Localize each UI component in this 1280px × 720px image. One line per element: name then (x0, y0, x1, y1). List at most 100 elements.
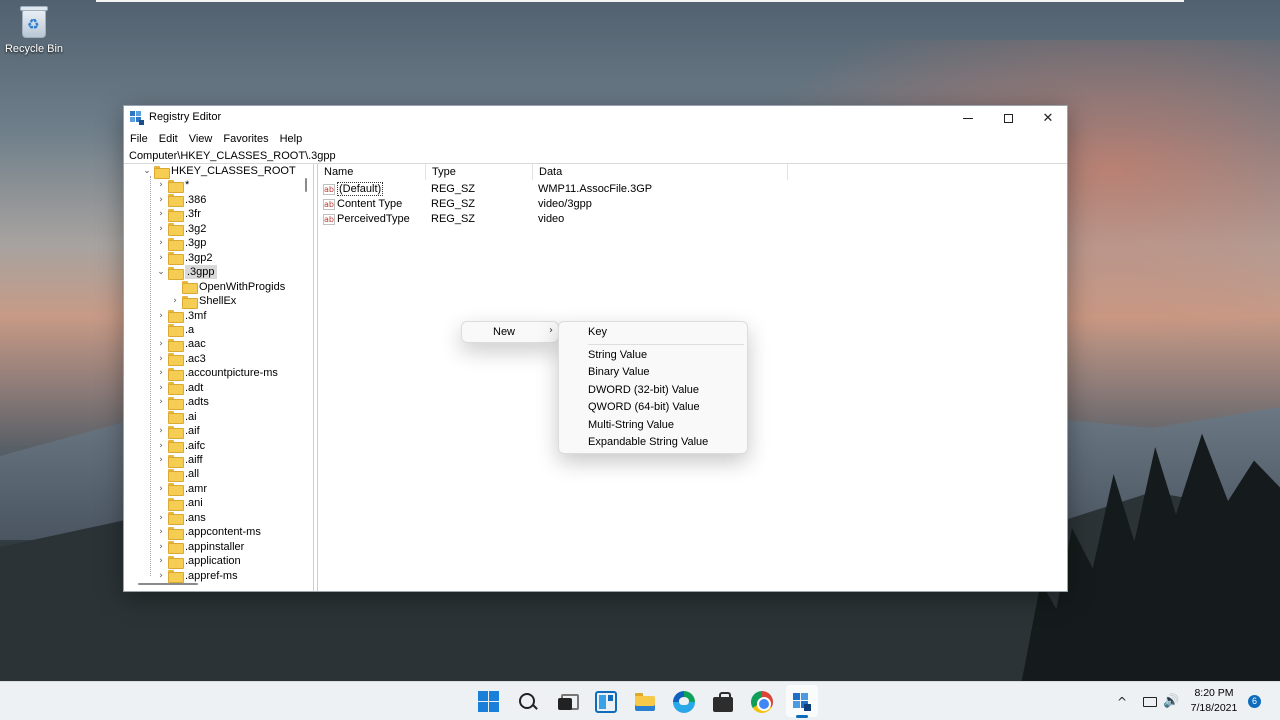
menu-item-multi-string-value[interactable]: Multi-String Value (588, 417, 674, 433)
tree-item[interactable]: › .aif (156, 424, 200, 439)
tree-item[interactable]: › .ac3 (156, 352, 206, 367)
tree-guide-line (150, 176, 151, 576)
chevron-right-icon[interactable]: › (156, 193, 166, 207)
tree-item-child[interactable]: OpenWithProgids (170, 280, 285, 295)
value-row[interactable]: ab Content Type REG_SZ video/3gpp (318, 197, 798, 212)
address-bar[interactable]: Computer\HKEY_CLASSES_ROOT\.3gpp (124, 148, 1067, 164)
chevron-right-icon[interactable]: › (170, 294, 180, 308)
store-icon[interactable] (712, 691, 734, 713)
chevron-right-icon[interactable]: › (156, 337, 166, 351)
file-explorer-icon[interactable] (634, 691, 656, 713)
menu-item-string-value[interactable]: String Value (588, 347, 647, 363)
tree-item[interactable]: › .appinstaller (156, 540, 244, 555)
edge-icon[interactable] (673, 691, 695, 713)
recycle-bin-shortcut[interactable]: ♻ Recycle Bin (4, 4, 64, 55)
string-value-icon: ab (323, 213, 335, 225)
column-name[interactable]: Name (318, 164, 426, 180)
tree-scrollbar[interactable] (300, 164, 312, 579)
chevron-right-icon[interactable]: › (156, 540, 166, 554)
tree-item[interactable]: › .appref-ms (156, 569, 238, 584)
folder-icon (168, 483, 184, 497)
chevron-right-icon[interactable]: › (156, 424, 166, 438)
notification-badge[interactable]: 6 (1248, 695, 1261, 708)
title-bar[interactable]: Registry Editor ✕ (124, 106, 1067, 130)
tree-horizontal-scrollbar[interactable] (138, 583, 198, 585)
start-icon[interactable] (478, 691, 500, 713)
tree-item[interactable]: .a (156, 323, 194, 338)
tree-item[interactable]: › .3g2 (156, 222, 206, 237)
tree-item[interactable]: › .3mf (156, 309, 206, 323)
widgets-icon[interactable] (595, 691, 617, 713)
tree-item[interactable]: › .amr (156, 482, 207, 497)
tree-item[interactable]: › * (156, 178, 189, 193)
tree-item[interactable]: › .accountpicture-ms (156, 366, 278, 381)
tree-item[interactable]: .ani (156, 496, 203, 511)
chevron-right-icon[interactable]: › (156, 381, 166, 395)
column-data[interactable]: Data (533, 164, 788, 180)
chevron-up-icon[interactable]: ^ (1117, 682, 1127, 720)
value-row[interactable]: ab (Default) REG_SZ WMP11.AssocFile.3GP (318, 182, 798, 197)
tree-item[interactable]: .ai (156, 410, 197, 425)
chevron-right-icon[interactable]: › (156, 222, 166, 236)
menu-edit[interactable]: Edit (159, 133, 178, 145)
chevron-right-icon[interactable]: › (156, 366, 166, 380)
menu-item-key[interactable]: Key (588, 324, 607, 340)
menu-view[interactable]: View (189, 133, 213, 145)
menu-file[interactable]: File (130, 133, 148, 145)
chevron-right-icon[interactable]: › (156, 554, 166, 568)
menu-item-qword-value[interactable]: QWORD (64-bit) Value (588, 399, 700, 415)
chevron-right-icon[interactable]: › (156, 352, 166, 366)
tree-item[interactable]: › .aiff (156, 453, 203, 468)
chevron-right-icon[interactable]: › (156, 236, 166, 250)
chevron-right-icon[interactable]: › (156, 309, 166, 323)
volume-icon[interactable]: 🔊 (1163, 682, 1179, 720)
task-view-icon[interactable] (556, 691, 579, 713)
menu-item-binary-value[interactable]: Binary Value (588, 364, 650, 380)
folder-icon (168, 252, 184, 266)
tree-item[interactable]: › .3gp2 (156, 251, 213, 266)
chevron-right-icon[interactable]: › (156, 251, 166, 265)
tree-item[interactable]: › .appcontent-ms (156, 525, 261, 540)
menu-favorites[interactable]: Favorites (223, 133, 268, 145)
tree-item[interactable]: › .application (156, 554, 241, 569)
menu-item-new[interactable]: New (493, 326, 515, 338)
tree-item[interactable]: › .adts (156, 395, 209, 410)
key-tree[interactable]: ⌄ HKEY_CLASSES_ROOT › * › .386 › .3fr › .3g2 › .3… (124, 164, 314, 591)
tree-item[interactable]: › .3gp (156, 236, 206, 251)
tree-item[interactable]: › .3fr (156, 207, 201, 222)
tree-item[interactable]: › .ans (156, 511, 206, 526)
chevron-right-icon[interactable]: › (156, 453, 166, 467)
tree-scroll-thumb[interactable] (305, 178, 307, 192)
chevron-right-icon[interactable]: › (156, 569, 166, 583)
chevron-right-icon[interactable]: › (156, 207, 166, 221)
tree-item[interactable]: › .aac (156, 337, 206, 352)
search-icon[interactable] (517, 691, 539, 713)
menu-help[interactable]: Help (280, 133, 303, 145)
minimize-button[interactable] (948, 106, 988, 130)
tree-item-root[interactable]: ⌄ HKEY_CLASSES_ROOT (142, 164, 296, 179)
tree-item[interactable]: › .386 (156, 193, 206, 208)
close-button[interactable]: ✕ (1028, 106, 1068, 130)
maximize-button[interactable] (988, 106, 1028, 130)
clock[interactable]: 8:20 PM 7/18/2021 (1185, 686, 1243, 716)
tree-item-child[interactable]: › ShellEx (170, 294, 236, 309)
chrome-icon[interactable] (751, 691, 773, 713)
chevron-right-icon[interactable]: › (156, 525, 166, 539)
taskbar-registry-editor[interactable] (786, 685, 818, 717)
menu-item-expandable-string-value[interactable]: Expandable String Value (588, 434, 708, 450)
column-type[interactable]: Type (426, 164, 533, 180)
chevron-down-icon[interactable]: ⌄ (156, 265, 166, 279)
tree-item-selected[interactable]: ⌄ .3gpp (156, 265, 217, 280)
value-row[interactable]: ab PerceivedType REG_SZ video (318, 212, 798, 227)
chevron-right-icon[interactable]: › (156, 511, 166, 525)
chevron-right-icon[interactable]: › (156, 178, 166, 192)
chevron-right-icon[interactable]: › (156, 482, 166, 496)
network-icon[interactable] (1143, 682, 1159, 720)
menu-item-dword-value[interactable]: DWORD (32-bit) Value (588, 382, 699, 398)
value-name: Content Type (337, 198, 403, 210)
tree-item[interactable]: .all (156, 467, 199, 482)
tree-item[interactable]: › .aifc (156, 439, 205, 454)
tree-item[interactable]: › .adt (156, 381, 203, 396)
chevron-right-icon[interactable]: › (156, 439, 166, 453)
chevron-right-icon[interactable]: › (156, 395, 166, 409)
